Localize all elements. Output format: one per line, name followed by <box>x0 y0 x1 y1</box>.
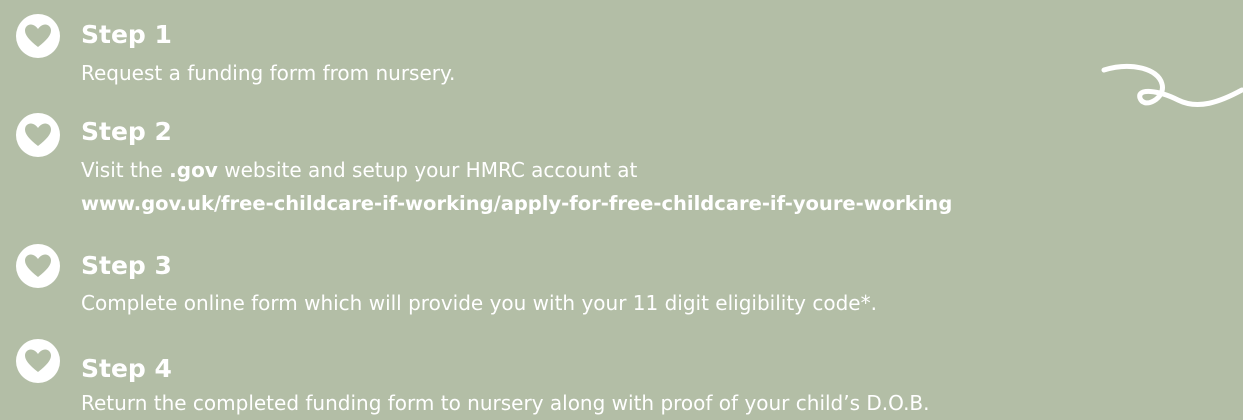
step-title: Step 2 <box>81 117 172 146</box>
heart-icon <box>25 349 51 372</box>
squiggle-icon <box>1101 64 1243 108</box>
step-title: Step 3 <box>81 251 172 280</box>
step-description: Visit the .gov website and setup your HM… <box>81 155 637 185</box>
heart-badge <box>16 339 60 383</box>
heart-icon <box>25 24 51 47</box>
step-description-start: Visit the <box>81 158 170 182</box>
step-description: Request a funding form from nursery. <box>81 61 456 85</box>
step-description: Complete online form which will provide … <box>81 291 877 315</box>
heart-icon <box>25 254 51 277</box>
gov-url-link[interactable]: www.gov.uk/free-childcare-if-working/app… <box>81 189 952 219</box>
step-description: Return the completed funding form to nur… <box>81 391 930 415</box>
step-title: Step 1 <box>81 20 172 49</box>
heart-badge <box>16 113 60 157</box>
heart-badge <box>16 244 60 288</box>
gov-emphasis: .gov <box>169 158 218 182</box>
step-title: Step 4 <box>81 354 172 383</box>
heart-badge <box>16 14 60 58</box>
step-description-end: website and setup your HMRC account at <box>217 158 638 182</box>
heart-icon <box>25 123 51 146</box>
